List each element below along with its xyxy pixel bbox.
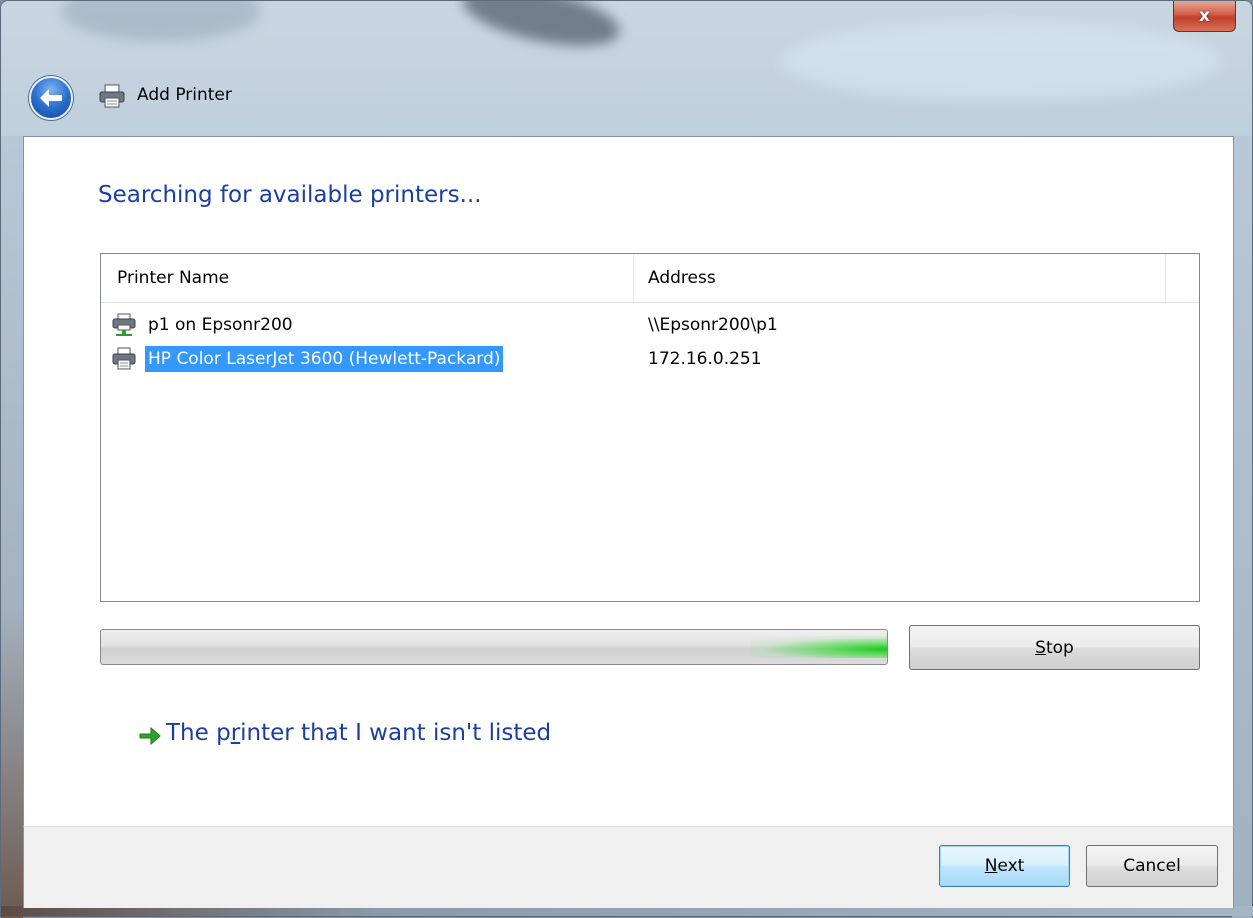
back-button[interactable] xyxy=(29,76,73,120)
list-item[interactable]: p1 on Epsonr200 \\Epsonr200\p1 xyxy=(101,310,1199,340)
search-progress-bar xyxy=(100,629,888,665)
frame-left-edge xyxy=(1,136,23,918)
list-header: Printer Name Address xyxy=(101,254,1199,303)
printer-list[interactable]: Printer Name Address p1 on Epsonr200 \\E… xyxy=(100,253,1200,602)
next-mnemonic: N xyxy=(984,856,998,876)
printer-address: 172.16.0.251 xyxy=(648,349,762,369)
stop-label: top xyxy=(1045,637,1074,658)
next-button[interactable]: Next xyxy=(939,845,1070,887)
progress-glow xyxy=(751,636,887,658)
link-text: The printer that I want isn't listed xyxy=(166,720,552,746)
printer-icon xyxy=(112,347,136,370)
window-frame: x Add Printer Searching for available pr… xyxy=(0,0,1253,918)
printer-name: HP Color LaserJet 3600 (Hewlett-Packard) xyxy=(145,346,504,372)
printer-address: \\Epsonr200\p1 xyxy=(648,315,778,335)
printer-icon xyxy=(99,84,125,108)
close-icon: x xyxy=(1199,6,1210,26)
back-arrow-icon xyxy=(40,89,62,107)
window-title: Add Printer xyxy=(137,85,232,105)
stop-button[interactable]: Stop xyxy=(909,625,1200,670)
column-header-filler xyxy=(1166,254,1199,302)
page-title: Searching for available printers... xyxy=(98,182,482,208)
cancel-button[interactable]: Cancel xyxy=(1086,845,1218,887)
stop-mnemonic: S xyxy=(1035,637,1046,658)
glass-background xyxy=(1,1,1253,136)
frame-right-edge xyxy=(1232,136,1252,918)
column-header-printer-name[interactable]: Printer Name xyxy=(101,254,634,302)
column-header-address[interactable]: Address xyxy=(634,254,1166,302)
next-label: ext xyxy=(997,856,1025,876)
close-button[interactable]: x xyxy=(1173,1,1236,32)
green-arrow-icon xyxy=(139,726,161,746)
network-printer-icon xyxy=(112,313,136,336)
list-item-selected[interactable]: HP Color LaserJet 3600 (Hewlett-Packard)… xyxy=(101,344,1199,374)
printer-name: p1 on Epsonr200 xyxy=(148,315,293,335)
